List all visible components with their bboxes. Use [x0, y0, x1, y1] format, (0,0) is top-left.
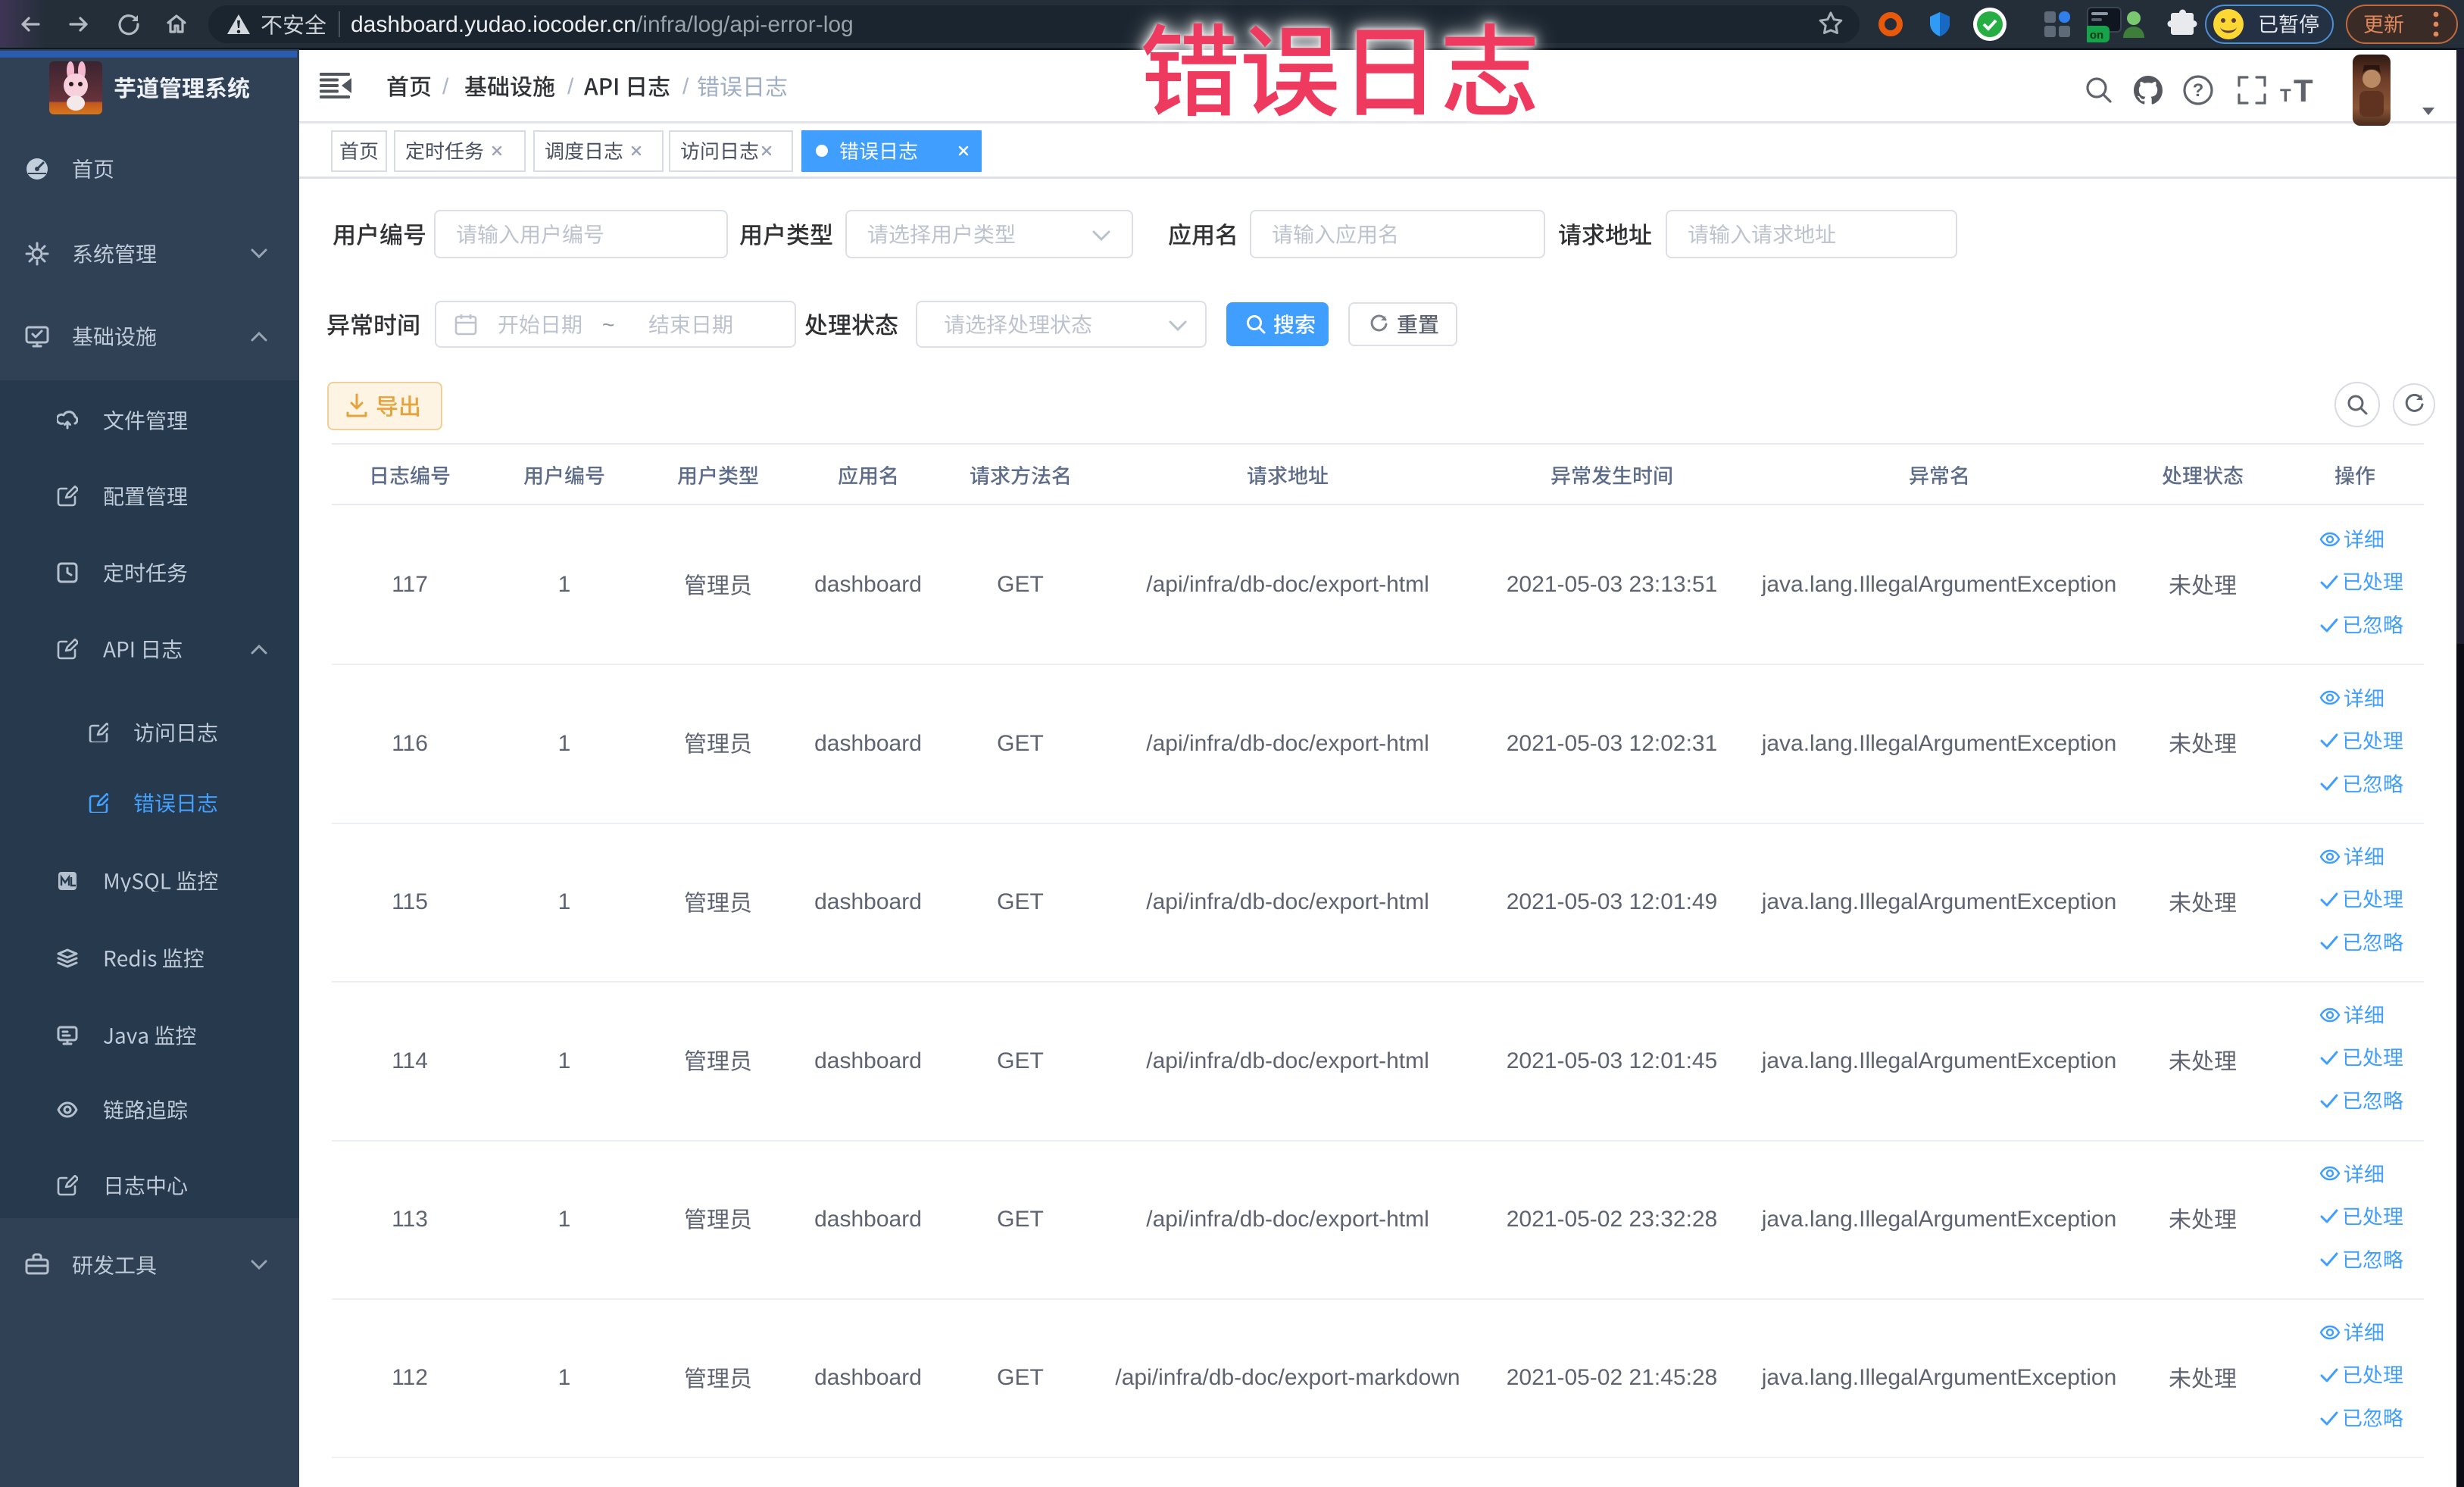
svg-text:T: T	[2280, 86, 2291, 105]
svg-text:T: T	[2294, 76, 2313, 105]
svg-text:?: ?	[2193, 80, 2204, 101]
svg-text:on: on	[2090, 29, 2103, 42]
